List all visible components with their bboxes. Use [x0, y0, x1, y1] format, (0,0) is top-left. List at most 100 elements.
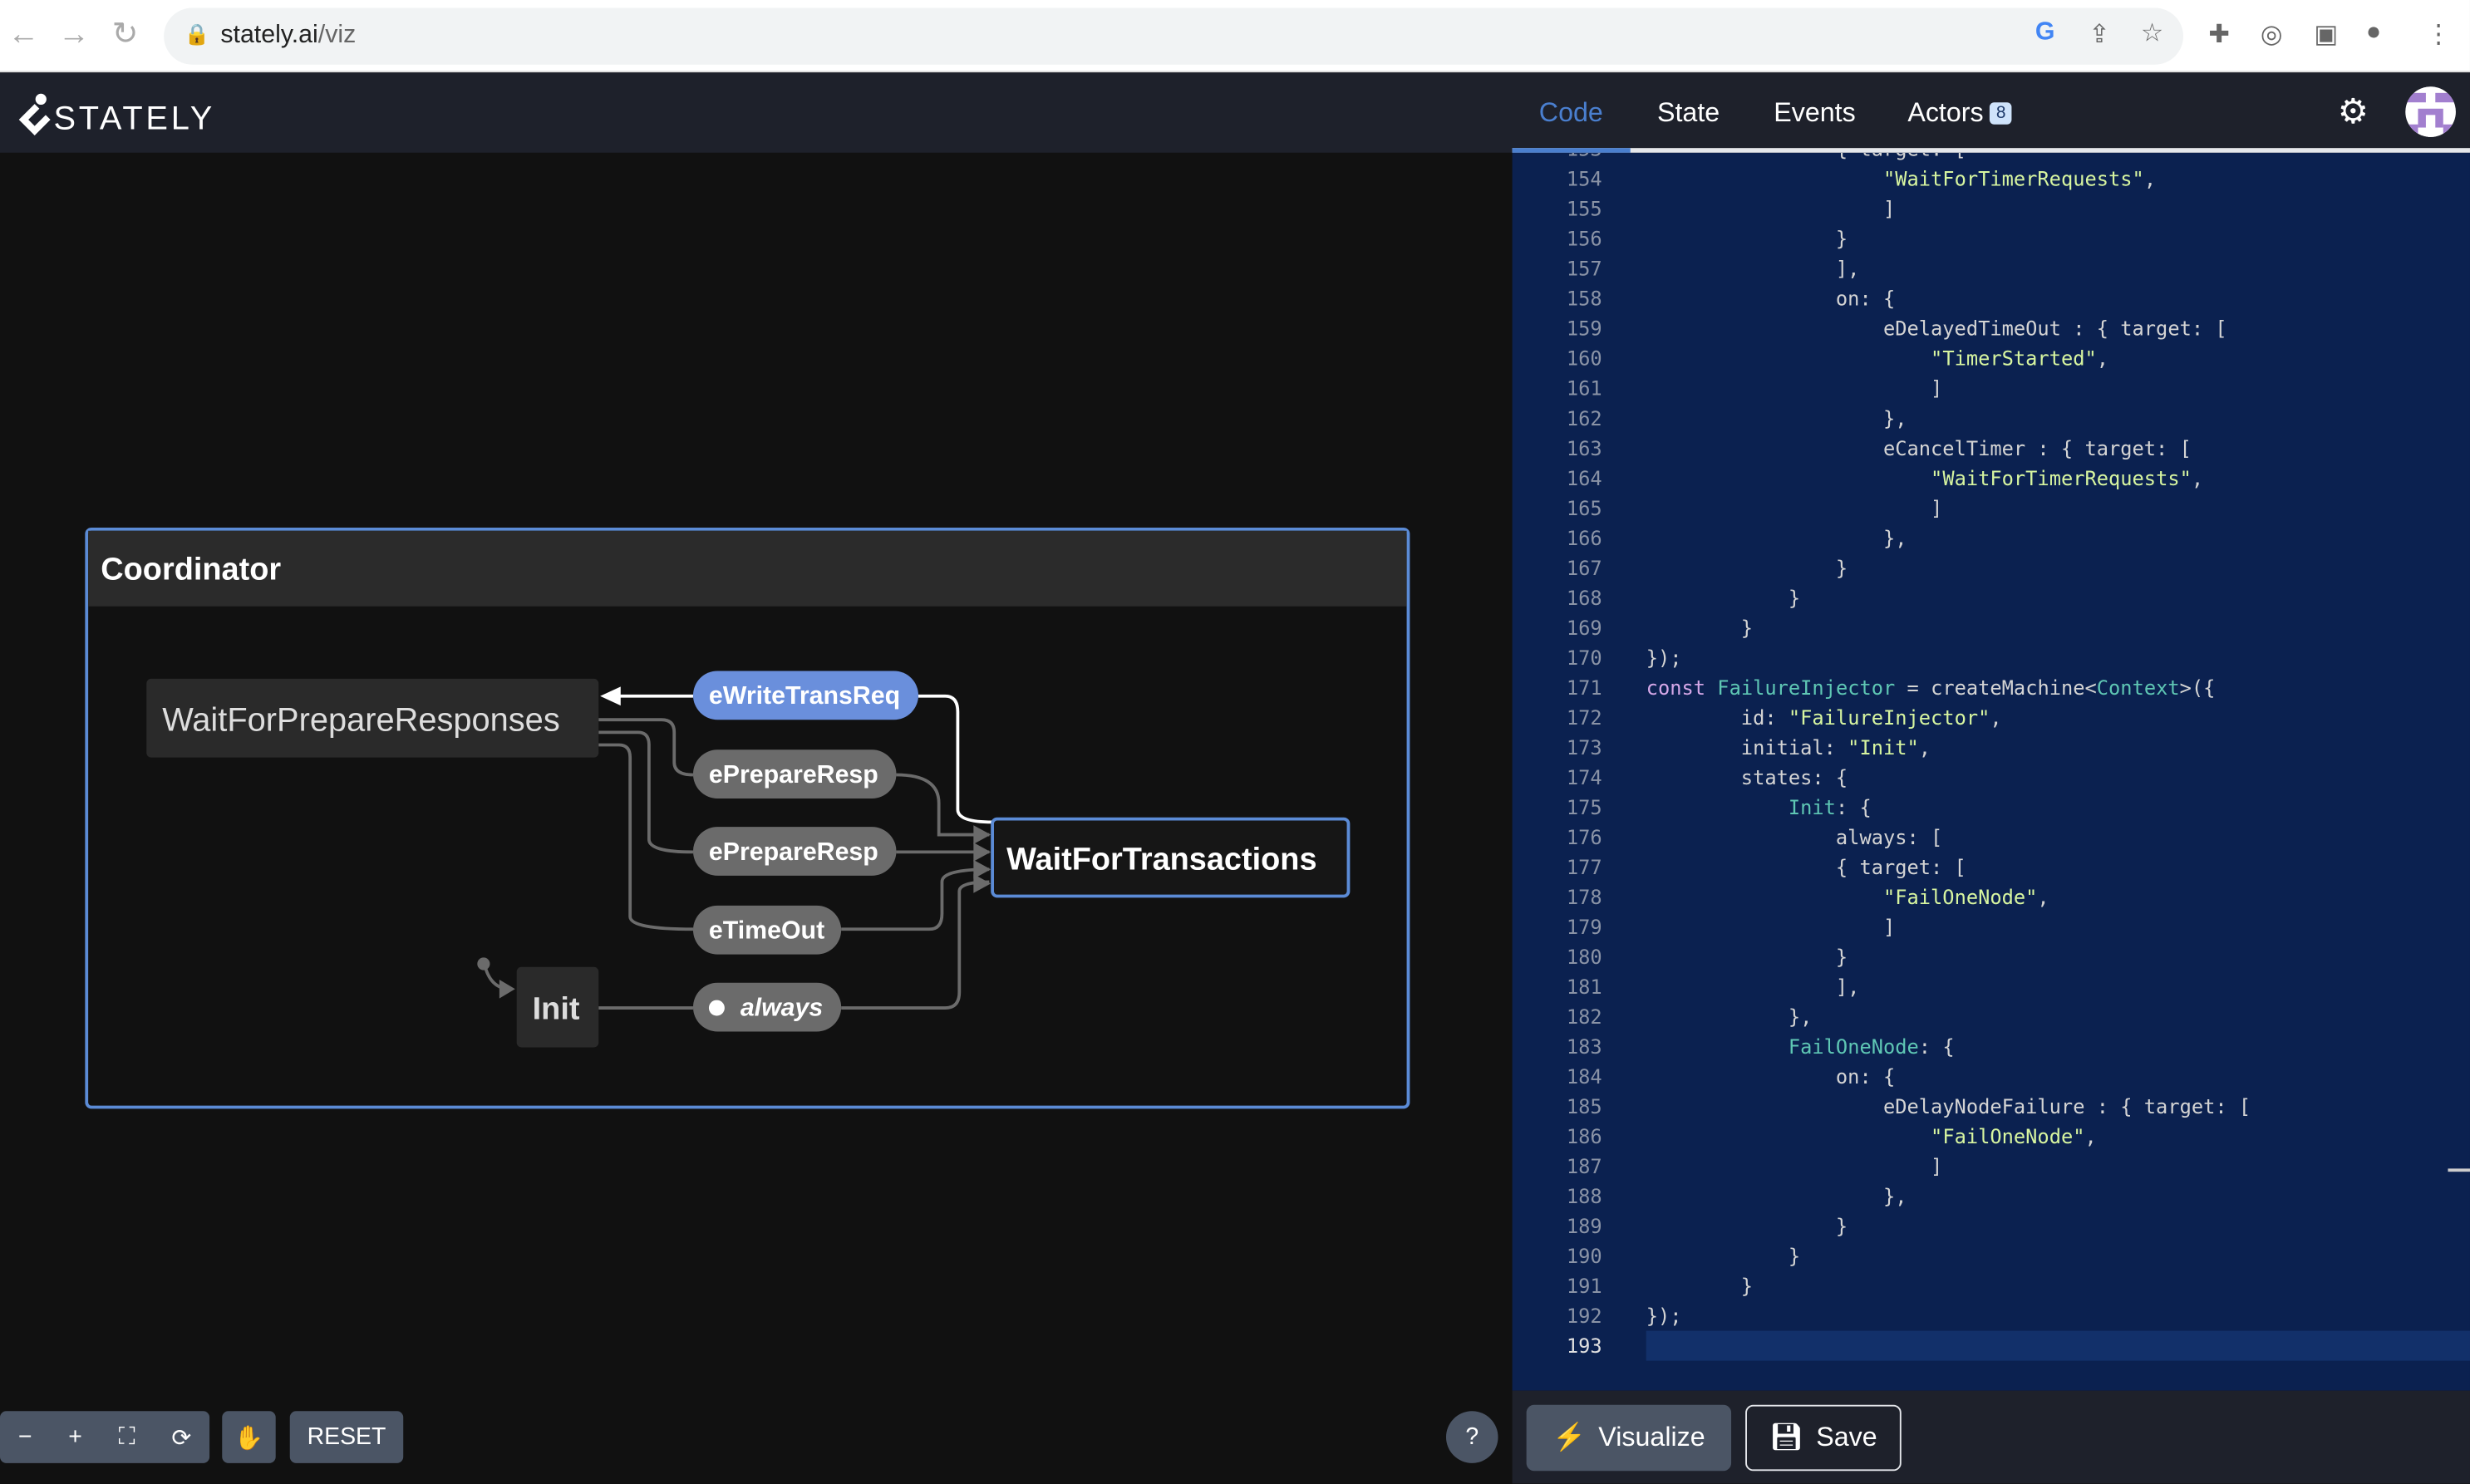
code-line[interactable]: 189 } [1513, 1211, 2470, 1241]
code-line[interactable]: 175 Init: { [1513, 792, 2470, 822]
state-label: WaitForTransactions [1006, 842, 1316, 877]
address-bar[interactable]: 🔒 stately.ai/viz G ⇪ ☆ [164, 7, 2184, 65]
code-editor[interactable]: 153 { target: [154 "WaitForTimerRequests… [1512, 152, 2470, 1391]
tab-events[interactable]: Events [1774, 98, 1856, 130]
code-line[interactable]: 178 "FailOneNode", [1513, 882, 2470, 912]
code-line[interactable]: 156 } [1513, 224, 2470, 253]
code-line[interactable]: 183 FailOneNode: { [1513, 1031, 2470, 1061]
line-code: eDelayedTimeOut : { target: [ [1646, 313, 2227, 343]
line-number: 158 [1566, 286, 1602, 311]
reset-view-icon[interactable]: ⟳ [171, 1423, 191, 1451]
profile-icon[interactable]: ● [2366, 19, 2381, 47]
scrollbar-marker[interactable] [2448, 1168, 2470, 1172]
visualize-button[interactable]: ⚡ Visualize [1526, 1404, 1732, 1472]
code-line[interactable]: 192}); [1513, 1301, 2470, 1331]
menu-icon[interactable]: ⋮ [2426, 19, 2451, 51]
line-number: 167 [1566, 556, 1602, 580]
line-number: 173 [1566, 735, 1602, 759]
code-line[interactable]: 179 ] [1513, 912, 2470, 941]
line-code: }, [1646, 1182, 1907, 1211]
code-line[interactable]: 174 states: { [1513, 762, 2470, 792]
initial-state-dot [477, 957, 490, 970]
google-icon[interactable]: G [2035, 19, 2055, 47]
code-line[interactable]: 177 { target: [ [1513, 852, 2470, 882]
code-line[interactable]: 153 { target: [ [1513, 153, 2470, 164]
gear-icon[interactable]: ⚙ [2338, 91, 2369, 132]
code-line[interactable]: 154 "WaitForTimerRequests", [1513, 164, 2470, 194]
line-code: }, [1646, 523, 1907, 553]
browser-toolbar: ← → ↻ 🔒 stately.ai/viz G ⇪ ☆ ✚ ◎ ▣ ● ⋮ [0, 0, 2470, 73]
pan-mode-button[interactable]: ✋ [222, 1411, 276, 1463]
code-line[interactable]: 158 on: { [1513, 283, 2470, 313]
avatar[interactable] [2405, 86, 2456, 137]
zoom-out-icon[interactable]: − [18, 1423, 32, 1450]
line-number: 168 [1566, 586, 1602, 610]
code-token: ] [1646, 376, 1943, 400]
line-code: eCancelTimer : { target: [ [1646, 433, 2192, 463]
code-line[interactable]: 164 "WaitForTimerRequests", [1513, 463, 2470, 493]
back-icon[interactable]: ← [7, 17, 39, 52]
code-line[interactable]: 159 eDelayedTimeOut : { target: [ [1513, 313, 2470, 343]
line-code: ] [1646, 1152, 1942, 1182]
forward-icon[interactable]: → [58, 17, 90, 52]
line-code: ], [1646, 971, 1860, 1001]
code-line[interactable]: 162 }, [1513, 403, 2470, 433]
sidebar-icon[interactable]: ▣ [2314, 19, 2338, 51]
code-token: { target: [ [1646, 855, 1966, 879]
reset-button[interactable]: RESET [289, 1411, 404, 1463]
code-line[interactable]: 166 }, [1513, 523, 2470, 553]
code-line[interactable]: 168 } [1513, 582, 2470, 612]
code-line[interactable]: 157 ], [1513, 253, 2470, 283]
code-line[interactable]: 167 } [1513, 553, 2470, 582]
code-line[interactable]: 176 always: [ [1513, 822, 2470, 852]
code-line[interactable]: 163 eCancelTimer : { target: [ [1513, 433, 2470, 463]
stately-logo[interactable]: STATELY [16, 91, 215, 139]
code-line[interactable]: 173 initial: "Init", [1513, 732, 2470, 762]
code-token: "FailOneNode" [1931, 1124, 2085, 1148]
code-line[interactable]: 172 id: "FailureInjector", [1513, 702, 2470, 732]
code-line[interactable]: 182 }, [1513, 1001, 2470, 1031]
code-line[interactable]: 186 "FailOneNode", [1513, 1122, 2470, 1152]
event-label: eTimeOut [709, 917, 824, 945]
reload-icon[interactable]: ↻ [112, 17, 139, 52]
code-line[interactable]: 193 [1513, 1330, 2470, 1361]
code-line[interactable]: 169 } [1513, 612, 2470, 642]
zoom-in-icon[interactable]: + [68, 1423, 82, 1450]
save-button[interactable]: 💾︎ Save [1745, 1404, 1902, 1472]
share-icon[interactable]: ⇪ [2089, 19, 2109, 51]
code-line[interactable]: 181 ], [1513, 971, 2470, 1001]
extension-icon[interactable]: ◎ [2261, 19, 2282, 51]
code-line[interactable]: 190 } [1513, 1241, 2470, 1271]
code-line[interactable]: 161 ] [1513, 373, 2470, 403]
diagram-canvas[interactable]: Coordinator WaitForPrepareResponses Wait… [0, 152, 1513, 1484]
extensions-icon[interactable]: ✚ [2208, 19, 2229, 51]
line-code: "WaitForTimerRequests", [1646, 164, 2156, 194]
app: ← → ↻ 🔒 stately.ai/viz G ⇪ ☆ ✚ ◎ ▣ ● ⋮ S… [0, 0, 2470, 1484]
code-line[interactable]: 184 on: { [1513, 1061, 2470, 1091]
line-number: 153 [1513, 153, 1602, 164]
code-line[interactable]: 185 eDelayNodeFailure : { target: [ [1513, 1092, 2470, 1122]
code-line[interactable]: 187 ] [1513, 1152, 2470, 1182]
zoom-controls: − + ⛶ ⟳ [0, 1411, 210, 1463]
code-line[interactable]: 191 } [1513, 1271, 2470, 1301]
tab-state[interactable]: State [1657, 98, 1720, 130]
code-token: : { [1835, 795, 1872, 819]
help-button[interactable]: ? [1445, 1411, 1498, 1463]
code-line[interactable]: 170}); [1513, 642, 2470, 672]
code-line[interactable]: 160 "TimerStarted", [1513, 343, 2470, 373]
code-line[interactable]: 165 ] [1513, 493, 2470, 523]
line-number: 192 [1566, 1304, 1602, 1328]
code-token: on: { [1646, 286, 1896, 311]
code-token: always: [ [1646, 825, 1943, 849]
code-token: "TimerStarted" [1931, 346, 2097, 371]
code-token: FailOneNode [1788, 1034, 1919, 1059]
code-line[interactable]: 155 ] [1513, 194, 2470, 224]
code-token: >({ [2179, 676, 2216, 700]
code-line[interactable]: 171 const FailureInjector = createMachine… [1513, 672, 2470, 702]
tab-code[interactable]: Code [1539, 98, 1603, 130]
code-line[interactable]: 180 } [1513, 941, 2470, 971]
tab-actors[interactable]: Actors 8 [1907, 98, 2013, 130]
code-line[interactable]: 188 }, [1513, 1182, 2470, 1211]
fit-view-icon[interactable]: ⛶ [119, 1423, 135, 1450]
star-icon[interactable]: ☆ [2141, 17, 2163, 49]
